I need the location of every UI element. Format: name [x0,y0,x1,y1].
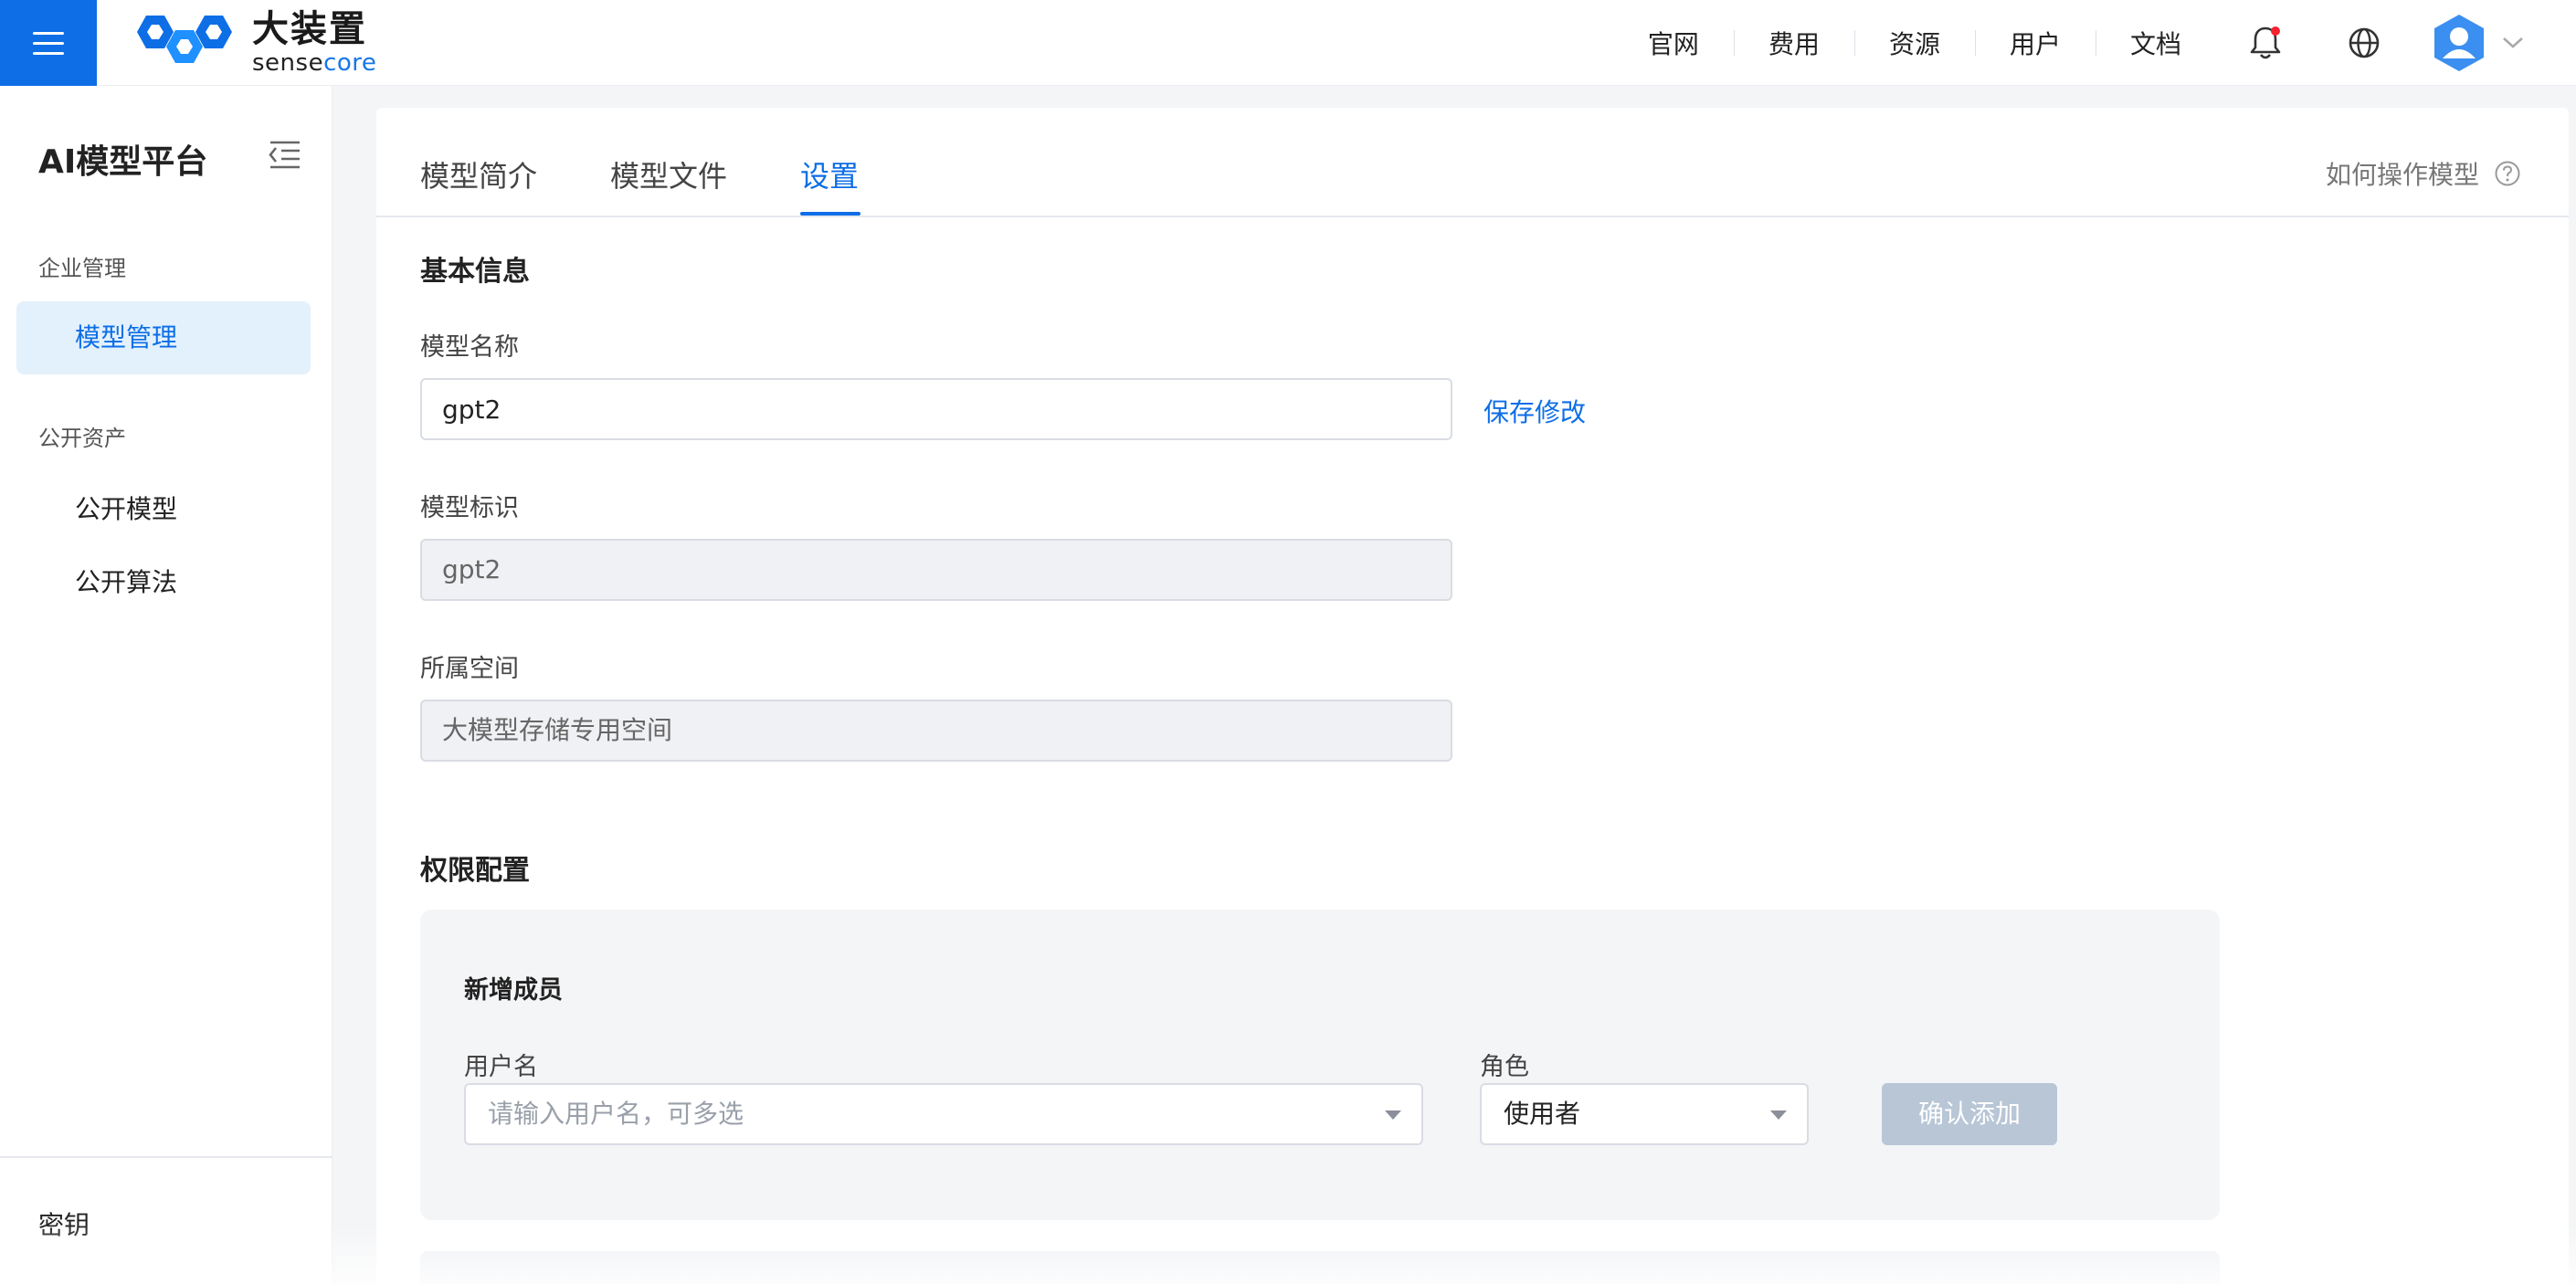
help-label: 如何操作模型 [2325,160,2479,190]
menu-bar-line [33,41,64,45]
menu-bar-line [33,51,64,55]
model-name-label: 模型名称 [420,333,519,362]
nav-official-site[interactable]: 官网 [1613,25,1734,61]
group-label-public-assets: 公开资产 [38,426,126,451]
top-navigation: 官网 费用 资源 用户 文档 [1613,0,2576,86]
model-id-field: gpt2 [420,539,1452,601]
nav-docs[interactable]: 文档 [2095,25,2216,61]
brand-logo[interactable]: 大装置 sensecore [128,7,376,79]
nav-billing[interactable]: 费用 [1733,25,1854,61]
brand-name-cn: 大装置 [252,8,367,50]
sidebar-item-keys[interactable]: 密钥 [38,1205,90,1242]
tab-settings[interactable]: 设置 [800,153,859,195]
menu-bar-line [33,31,64,35]
nav-users[interactable]: 用户 [1974,25,2096,61]
user-avatar-icon [2434,15,2484,71]
language-button[interactable] [2337,16,2391,70]
group-label-enterprise: 企业管理 [38,256,126,281]
brand-name-en-part2: core [323,49,377,77]
tab-model-files[interactable]: 模型文件 [610,153,727,195]
sidebar-divider [0,1156,333,1158]
help-link[interactable]: 如何操作模型 [2326,155,2521,192]
notifications-button[interactable] [2238,16,2293,70]
caret-down-icon [1770,1110,1787,1120]
chevron-down-icon [2503,37,2523,48]
model-name-input[interactable] [420,378,1452,440]
permissions-title: 权限配置 [420,855,530,887]
role-value: 使用者 [1504,1099,1581,1129]
platform-title: AI模型平台 [38,143,208,181]
username-label: 用户名 [464,1053,538,1081]
question-circle-icon [2495,161,2520,186]
sidebar: AI模型平台 企业管理 模型管理 公开资产 公开模型 公开算法 密钥 [0,86,333,1284]
brand-name-en: sensecore [252,51,376,75]
nav-resources[interactable]: 资源 [1853,25,1975,61]
role-select[interactable]: 使用者 [1480,1083,1809,1145]
tab-model-intro[interactable]: 模型简介 [420,153,537,195]
sidebar-item-model-management[interactable]: 模型管理 [16,301,311,374]
role-label: 角色 [1480,1053,1529,1081]
model-space-label: 所属空间 [420,655,519,683]
collapse-sidebar-icon[interactable] [267,139,303,172]
model-space-field: 大模型存储专用空间 [420,700,1452,762]
hamburger-menu-button[interactable] [0,0,97,86]
sidebar-item-public-models[interactable]: 公开模型 [16,473,311,546]
active-tab-indicator [800,212,860,216]
model-id-label: 模型标识 [420,494,519,522]
cube-logo-icon [137,16,232,63]
user-menu[interactable] [2432,13,2525,73]
globe-icon [2349,27,2380,58]
tab-bar: 模型简介 模型文件 设置 如何操作模型 [376,108,2569,217]
notification-badge [2271,26,2280,36]
main-card: 模型简介 模型文件 设置 如何操作模型 基本信息 模型名称 保存修改 模型标识 … [376,108,2569,1284]
confirm-add-button[interactable]: 确认添加 [1882,1083,2057,1145]
add-member-panel: 新增成员 用户名 请输入用户名，可多选 角色 使用者 确认添加 [420,910,2220,1220]
sidebar-item-public-algorithms[interactable]: 公开算法 [16,546,311,619]
members-table-header [420,1251,2220,1284]
username-select[interactable]: 请输入用户名，可多选 [464,1083,1423,1145]
username-placeholder: 请输入用户名，可多选 [488,1099,744,1129]
add-member-title: 新增成员 [464,976,563,1005]
save-changes-link[interactable]: 保存修改 [1483,393,1586,429]
top-bar: 大装置 sensecore 官网 费用 资源 用户 文档 [0,0,2576,86]
brand-name-en-part1: sense [252,49,324,77]
caret-down-icon [1385,1110,1401,1120]
basic-info-title: 基本信息 [420,256,530,288]
